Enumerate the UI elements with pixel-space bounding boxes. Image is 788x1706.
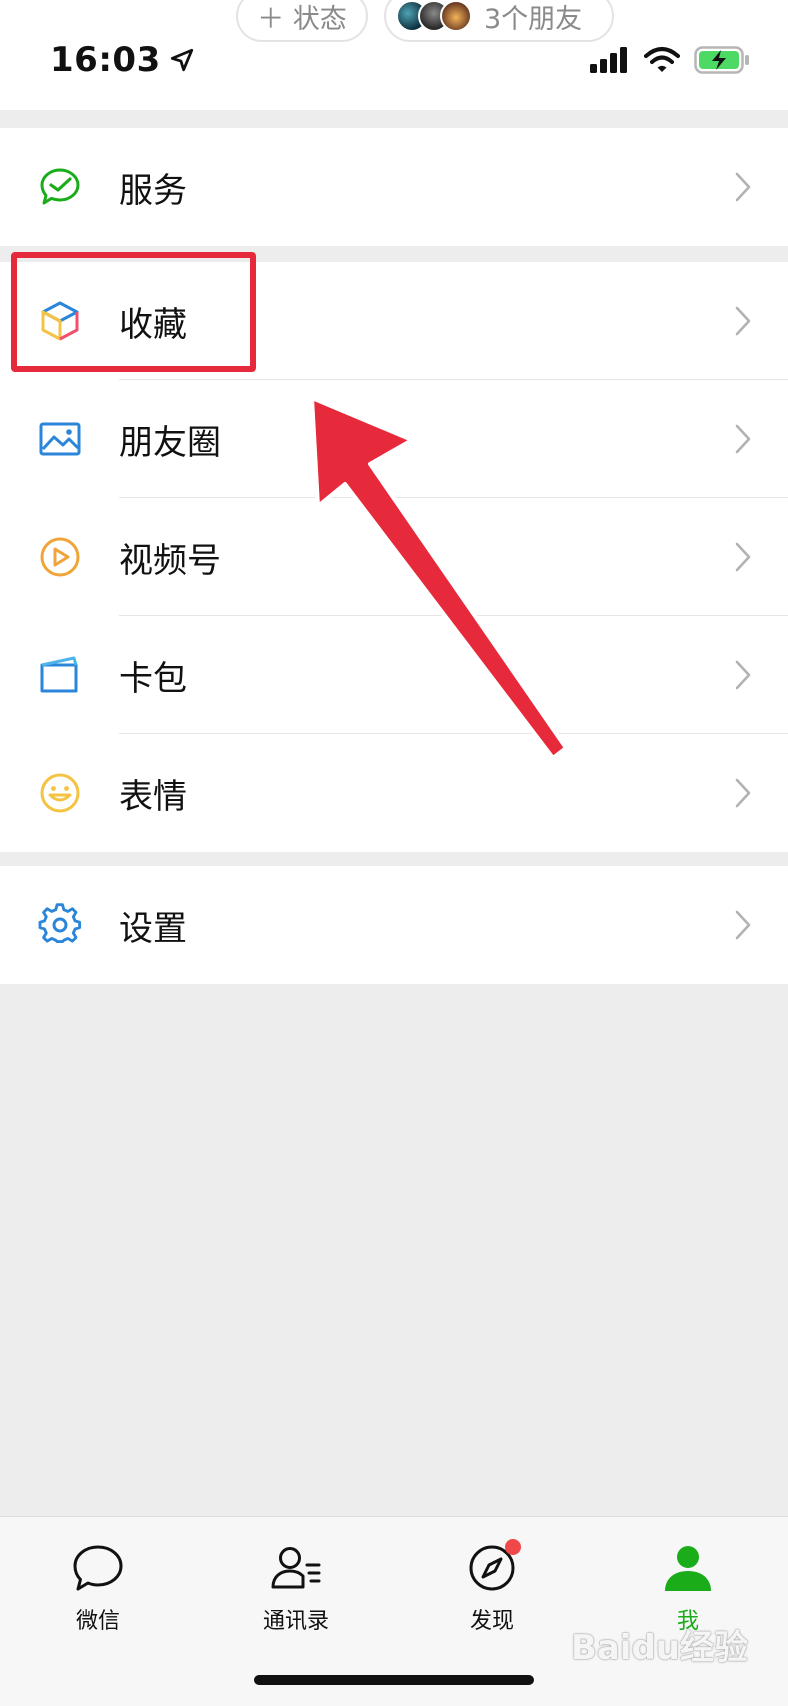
cellular-signal-icon [590, 47, 627, 73]
channels-play-icon [38, 535, 82, 579]
service-check-icon [38, 165, 82, 209]
chevron-right-icon [735, 306, 751, 336]
menu-item-label: 朋友圈 [119, 422, 221, 463]
menu-item-settings[interactable]: 设置 [0, 866, 788, 984]
home-indicator[interactable] [254, 1675, 534, 1685]
tab-label: 微信 [75, 1609, 120, 1634]
menu-item-favorites[interactable]: 收藏 [0, 262, 788, 380]
card-wallet-icon [38, 653, 82, 697]
chevron-right-icon [735, 660, 751, 690]
menu-group-services: 服务 [0, 128, 788, 246]
time-text: 16:03 [50, 40, 161, 80]
status-pill-label: ＋ 状态 [257, 3, 347, 35]
new-badge-dot [505, 1539, 521, 1555]
sticker-smile-icon [38, 771, 82, 815]
menu-group-main: 收藏 朋友圈 视频号 卡包 表情 [0, 262, 788, 852]
chevron-right-icon [735, 778, 751, 808]
wechat-me-screen: ＋ 状态 3个朋友 16:03 服务 收藏 朋友圈 视频号 卡包 表情 设置 微… [0, 0, 788, 1706]
chevron-right-icon [735, 910, 751, 940]
menu-group-settings: 设置 [0, 866, 788, 984]
menu-item-label: 表情 [119, 776, 187, 817]
tab-label: 发现 [469, 1609, 514, 1634]
menu-item-services[interactable]: 服务 [0, 128, 788, 246]
tab-contacts[interactable]: 通讯录 [226, 1541, 366, 1635]
annotation-arrow [310, 396, 568, 760]
menu-item-label: 设置 [119, 908, 187, 949]
menu-item-stickers[interactable]: 表情 [0, 734, 788, 852]
wifi-icon [644, 47, 680, 72]
location-arrow-icon [170, 48, 193, 72]
status-time: 16:03 [50, 40, 195, 80]
tab-discover[interactable]: 发现 [422, 1539, 562, 1635]
tab-label: 通讯录 [262, 1609, 329, 1634]
menu-item-label: 卡包 [119, 658, 187, 699]
settings-gear-icon [38, 903, 82, 947]
status-icons [590, 46, 750, 74]
favorites-cube-icon [38, 299, 82, 343]
chevron-right-icon [735, 172, 751, 202]
chat-bubble-icon [71, 1541, 125, 1595]
top-bar: ＋ 状态 3个朋友 16:03 [0, 0, 788, 110]
moments-picture-icon [38, 417, 82, 461]
watermark-logo: Baidu经验 [570, 1628, 748, 1668]
menu-item-card-wallet[interactable]: 卡包 [0, 616, 788, 734]
friends-pill-label: 3个朋友 [484, 3, 583, 35]
chevron-right-icon [735, 424, 751, 454]
discover-compass-icon [465, 1539, 521, 1595]
menu-item-label: 收藏 [119, 304, 187, 345]
me-person-icon [661, 1541, 715, 1595]
menu-item-label: 服务 [119, 170, 187, 211]
add-status-button[interactable]: ＋ 状态 [236, 0, 368, 42]
menu-item-moments[interactable]: 朋友圈 [0, 380, 788, 498]
contacts-icon [269, 1541, 323, 1595]
menu-item-label: 视频号 [119, 540, 221, 581]
battery-charging-icon [694, 46, 749, 74]
avatar [440, 0, 472, 32]
friends-status-button[interactable]: 3个朋友 [384, 0, 614, 42]
menu-item-channels[interactable]: 视频号 [0, 498, 788, 616]
chevron-right-icon [735, 542, 751, 572]
tab-chats[interactable]: 微信 [28, 1541, 168, 1635]
friend-avatars [396, 0, 472, 32]
